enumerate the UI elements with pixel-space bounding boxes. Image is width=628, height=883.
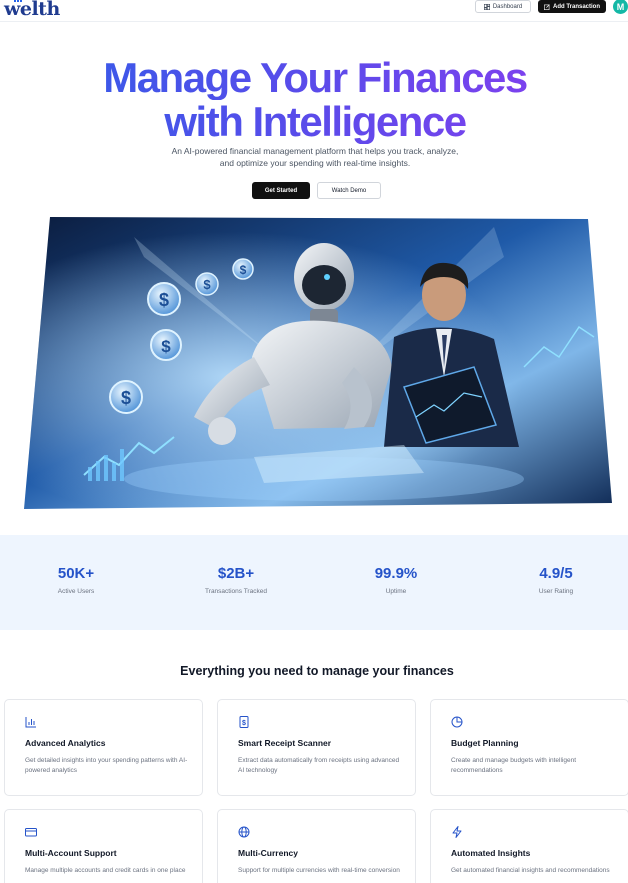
feature-title: Multi-Currency bbox=[238, 848, 298, 858]
stat-value: 99.9% bbox=[374, 565, 418, 582]
stat-uptime: 99.9% Uptime bbox=[331, 565, 461, 595]
add-transaction-button-label: Add Transaction bbox=[552, 3, 600, 10]
user-avatar[interactable]: M bbox=[613, 0, 628, 14]
stat-label: Active Users bbox=[57, 588, 95, 595]
dashboard-button[interactable]: Dashboard bbox=[475, 0, 531, 13]
feature-card-advanced-analytics[interactable]: Advanced Analytics Get detailed insights… bbox=[4, 699, 203, 796]
pie-chart-icon bbox=[451, 716, 463, 728]
landing-page: welth Dashboard Add Transaction M Manage… bbox=[0, 0, 628, 883]
feature-card-budget-planning[interactable]: Budget Planning Create and manage budget… bbox=[430, 699, 628, 796]
feature-title: Multi-Account Support bbox=[25, 848, 117, 858]
svg-text:$: $ bbox=[203, 277, 211, 292]
feature-card-multi-currency[interactable]: Multi-Currency Support for multiple curr… bbox=[217, 809, 416, 883]
hero-subtitle: An AI-powered financial management platf… bbox=[171, 146, 459, 168]
add-transaction-button[interactable]: Add Transaction bbox=[538, 0, 606, 13]
globe-icon bbox=[238, 826, 250, 838]
bar-chart-icon bbox=[25, 717, 36, 728]
hero-title-line2: with Intelligence bbox=[0, 100, 628, 144]
feature-title: Smart Receipt Scanner bbox=[238, 738, 332, 748]
feature-description: Create and manage budgets with intellige… bbox=[451, 757, 577, 774]
svg-text:$: $ bbox=[240, 263, 247, 277]
logo-text: welth bbox=[4, 0, 60, 20]
receipt-icon: $ bbox=[239, 716, 249, 728]
watch-demo-button[interactable]: Watch Demo bbox=[317, 182, 381, 199]
hero-title: Manage Your Finances with Intelligence bbox=[0, 56, 628, 144]
svg-text:$: $ bbox=[161, 337, 171, 356]
stats-section: 50K+ Active Users $2B+ Transactions Trac… bbox=[0, 535, 628, 630]
svg-text:$: $ bbox=[159, 290, 169, 310]
layout-dashboard-icon bbox=[483, 3, 490, 10]
hero-ai-finance-illustration: $ $ $ $ $ bbox=[24, 217, 612, 509]
stat-active-users: 50K+ Active Users bbox=[11, 565, 141, 595]
stat-transactions-tracked: $2B+ Transactions Tracked bbox=[171, 565, 301, 595]
stat-value: 4.9/5 bbox=[539, 565, 573, 582]
feature-description: Get automated financial insights and rec… bbox=[451, 867, 610, 874]
feature-description: Manage multiple accounts and credit card… bbox=[25, 867, 186, 874]
logo-bars-icon bbox=[14, 0, 24, 2]
feature-card-multi-account-support[interactable]: Multi-Account Support Manage multiple ac… bbox=[4, 809, 203, 883]
avatar-initial: M bbox=[616, 1, 625, 12]
feature-title: Advanced Analytics bbox=[25, 738, 106, 748]
feature-description: Support for multiple currencies with rea… bbox=[238, 867, 400, 874]
feature-title: Automated Insights bbox=[451, 848, 531, 858]
pen-box-icon bbox=[543, 3, 550, 10]
get-started-button[interactable]: Get Started bbox=[252, 182, 310, 199]
credit-card-icon bbox=[25, 828, 37, 837]
stat-label: Uptime bbox=[385, 588, 407, 595]
stat-label: User Rating bbox=[538, 588, 574, 595]
feature-description: Extract data automatically from receipts… bbox=[238, 757, 400, 774]
stat-value: 50K+ bbox=[57, 565, 95, 582]
feature-card-smart-receipt-scanner[interactable]: $ Smart Receipt Scanner Extract data aut… bbox=[217, 699, 416, 796]
feature-title: Budget Planning bbox=[451, 738, 519, 748]
svg-text:$: $ bbox=[121, 388, 131, 408]
stat-user-rating: 4.9/5 User Rating bbox=[491, 565, 621, 595]
zap-icon bbox=[452, 826, 462, 838]
dashboard-button-label: Dashboard bbox=[492, 3, 523, 10]
features-heading: Everything you need to manage your finan… bbox=[180, 664, 454, 678]
hero-title-line1: Manage Your Finances bbox=[0, 56, 628, 100]
feature-card-automated-insights[interactable]: Automated Insights Get automated financi… bbox=[430, 809, 628, 883]
stat-value: $2B+ bbox=[217, 565, 255, 582]
top-navbar: welth Dashboard Add Transaction M bbox=[0, 0, 628, 22]
svg-text:$: $ bbox=[242, 720, 246, 727]
feature-description: Get detailed insights into your spending… bbox=[25, 757, 188, 774]
welth-logo[interactable]: welth bbox=[4, 0, 60, 20]
stat-label: Transactions Tracked bbox=[205, 588, 267, 595]
